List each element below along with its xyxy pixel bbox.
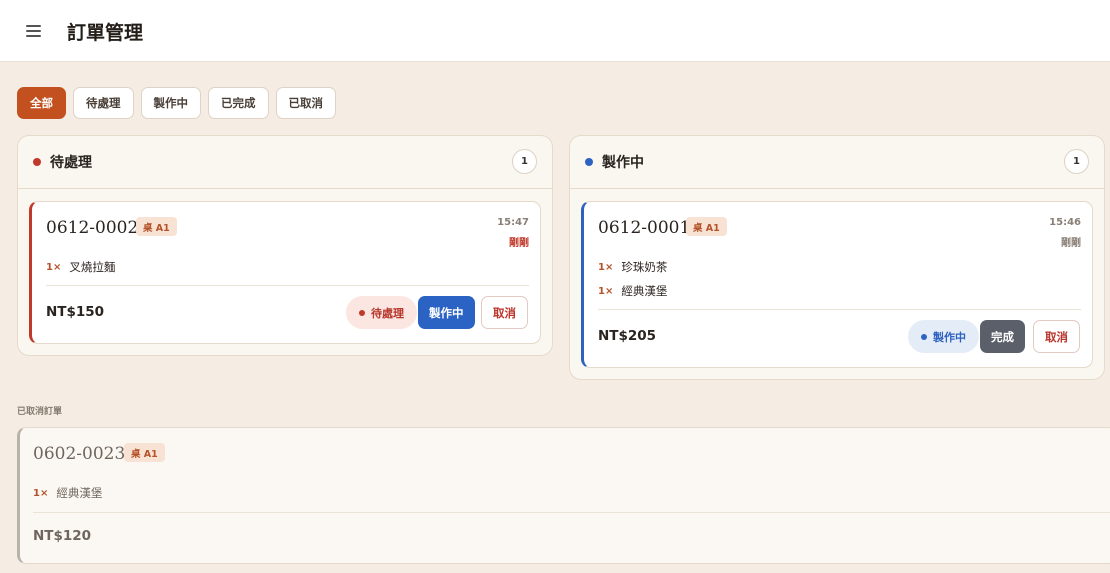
order-item: 1× 珍珠奶茶: [598, 259, 667, 275]
item-name: 經典漢堡: [56, 486, 103, 500]
column-making: 製作中 1 0612-0001 桌 A1 15:46 剛剛 1× 珍珠奶茶 1×…: [569, 135, 1105, 380]
column-pending: 待處理 1 0612-0002 桌 A1 15:47 剛剛 1× 叉燒拉麵 NT…: [17, 135, 553, 356]
divider: [33, 512, 1110, 513]
filter-all[interactable]: 全部: [17, 87, 66, 119]
order-item: 1× 叉燒拉麵: [46, 259, 115, 275]
status-dot: [359, 309, 365, 316]
order-elapsed: 剛剛: [509, 238, 529, 249]
cancel-button[interactable]: 取消: [1033, 320, 1080, 353]
divider: [46, 285, 529, 286]
order-item: 1× 經典漢堡: [33, 485, 102, 501]
order-total: NT$120: [33, 528, 92, 544]
column-title: 製作中: [602, 155, 644, 171]
filter-pending[interactable]: 待處理: [73, 87, 134, 119]
divider: [598, 309, 1081, 310]
table-badge: 桌 A1: [136, 217, 177, 236]
cancel-button[interactable]: 取消: [481, 296, 528, 329]
item-qty: 1×: [33, 487, 49, 499]
order-time: 15:47: [497, 217, 529, 228]
order-elapsed: 剛剛: [1061, 238, 1081, 249]
status-dot: [585, 158, 593, 166]
status-label: 待處理: [371, 306, 404, 320]
complete-button[interactable]: 完成: [980, 320, 1025, 353]
order-total: NT$205: [598, 328, 657, 344]
item-name: 叉燒拉麵: [69, 260, 116, 274]
order-item: 1× 經典漢堡: [598, 283, 667, 299]
table-badge: 桌 A1: [686, 217, 727, 236]
column-header: 製作中 1: [570, 136, 1104, 189]
filter-cancelled[interactable]: 已取消: [275, 87, 336, 119]
filter-completed[interactable]: 已完成: [208, 87, 269, 119]
column-header: 待處理 1: [18, 136, 552, 189]
menu-icon[interactable]: [26, 25, 41, 37]
order-number: 0612-0002: [46, 218, 139, 238]
item-name: 珍珠奶茶: [621, 260, 668, 274]
column-title: 待處理: [50, 155, 92, 171]
status-dot: [33, 158, 41, 166]
column-count-badge: 1: [1064, 149, 1089, 174]
status-badge: 待處理: [346, 296, 417, 329]
top-bar: 訂單管理: [0, 0, 1110, 62]
order-time: 15:46: [1049, 217, 1081, 228]
item-name: 經典漢堡: [621, 284, 668, 298]
column-count-badge: 1: [512, 149, 537, 174]
status-dot: [921, 333, 927, 340]
order-card[interactable]: 0612-0001 桌 A1 15:46 剛剛 1× 珍珠奶茶 1× 經典漢堡 …: [581, 201, 1093, 368]
status-label: 製作中: [933, 330, 966, 344]
status-badge: 製作中: [908, 320, 979, 353]
filter-making[interactable]: 製作中: [140, 87, 201, 119]
table-badge: 桌 A1: [124, 443, 165, 462]
start-making-button[interactable]: 製作中: [418, 296, 475, 329]
status-filter-bar: 全部 待處理 製作中 已完成 已取消: [17, 87, 336, 119]
order-number: 0612-0001: [598, 218, 691, 238]
page-title: 訂單管理: [67, 22, 144, 44]
order-card[interactable]: 0612-0002 桌 A1 15:47 剛剛 1× 叉燒拉麵 NT$150 待…: [29, 201, 541, 344]
order-number: 0602-0023: [33, 444, 126, 464]
cancelled-order-card[interactable]: 0602-0023 桌 A1 1× 經典漢堡 NT$120: [17, 427, 1110, 564]
cancelled-section-label: 已取消訂單: [17, 407, 63, 417]
order-total: NT$150: [46, 304, 105, 320]
item-qty: 1×: [598, 261, 614, 273]
item-qty: 1×: [46, 261, 62, 273]
item-qty: 1×: [598, 285, 614, 297]
